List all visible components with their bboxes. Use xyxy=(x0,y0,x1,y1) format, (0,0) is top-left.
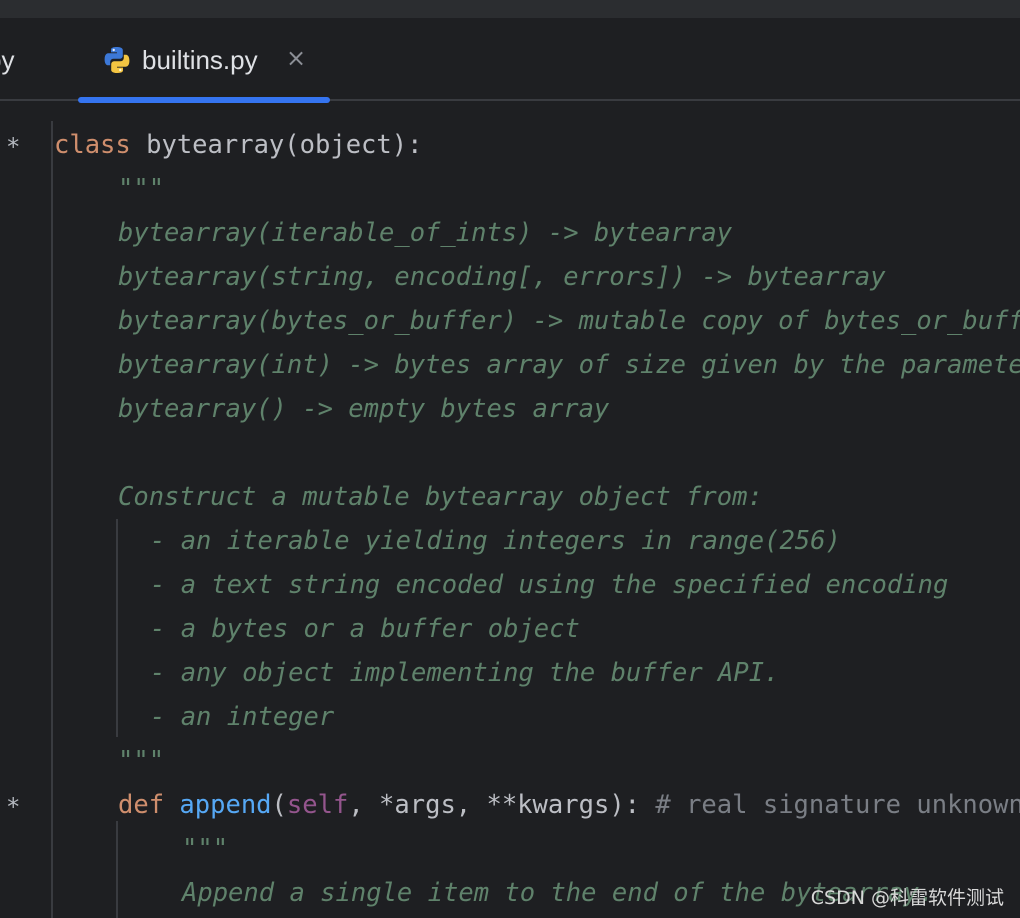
tab-previous-file[interactable]: py xyxy=(0,45,14,76)
params: , *args, **kwargs): xyxy=(348,790,656,820)
docstring-open: """ xyxy=(182,834,229,864)
inline-comment: # real signature unknown xyxy=(655,790,1020,820)
close-tab-icon[interactable]: × xyxy=(286,44,306,72)
indent-guide-class xyxy=(51,121,53,918)
editor-tab-bar: py builtins.py × xyxy=(0,18,1020,103)
keyword-class: class xyxy=(54,130,131,160)
docstring-list-item: - any object implementing the buffer API… xyxy=(150,658,780,688)
indent-guide-method xyxy=(116,821,118,918)
docstring-line: bytearray() -> empty bytes array xyxy=(118,394,610,424)
docstring-list-item: - a text string encoded using the specif… xyxy=(150,570,949,600)
docstring-close: """ xyxy=(118,746,165,776)
indent-guide-docstring-list xyxy=(116,519,118,737)
tab-label: builtins.py xyxy=(142,45,258,75)
ide-window: py builtins.py × * * class bytearray(obj… xyxy=(0,0,1020,918)
code-editor[interactable]: * * class bytearray(object): """ bytearr… xyxy=(0,101,1020,918)
docstring-list-item: - a bytes or a buffer object xyxy=(150,614,580,644)
title-strip xyxy=(0,0,1020,18)
docstring-open: """ xyxy=(118,174,165,204)
docstring-line: bytearray(int) -> bytes array of size gi… xyxy=(118,350,1020,380)
docstring-list-item: - an iterable yielding integers in range… xyxy=(150,526,841,556)
gutter-marker-method[interactable]: * xyxy=(6,793,20,821)
self-param: self xyxy=(286,790,349,820)
docstring-line: bytearray(string, encoding[, errors]) ->… xyxy=(118,262,886,292)
docstring-line: Construct a mutable bytearray object fro… xyxy=(118,482,763,512)
watermark: CSDN @科雷软件测试 xyxy=(810,887,1004,909)
tab-builtins-py[interactable]: builtins.py × xyxy=(78,18,330,103)
code-line-def-append: def append(self, *args, **kwargs): # rea… xyxy=(118,783,1020,827)
class-signature: bytearray(object): xyxy=(130,130,423,160)
docstring-line: bytearray(iterable_of_ints) -> bytearray xyxy=(118,218,733,248)
docstring-line: bytearray(bytes_or_buffer) -> mutable co… xyxy=(118,306,1020,336)
paren: ( xyxy=(271,790,287,820)
docstring-list-item: - an integer xyxy=(150,702,335,732)
function-name: append xyxy=(179,790,272,820)
keyword-def: def xyxy=(118,790,165,820)
gutter-marker-class[interactable]: * xyxy=(6,133,20,161)
python-file-icon xyxy=(104,47,130,73)
code-line-1: class bytearray(object): xyxy=(54,123,422,167)
